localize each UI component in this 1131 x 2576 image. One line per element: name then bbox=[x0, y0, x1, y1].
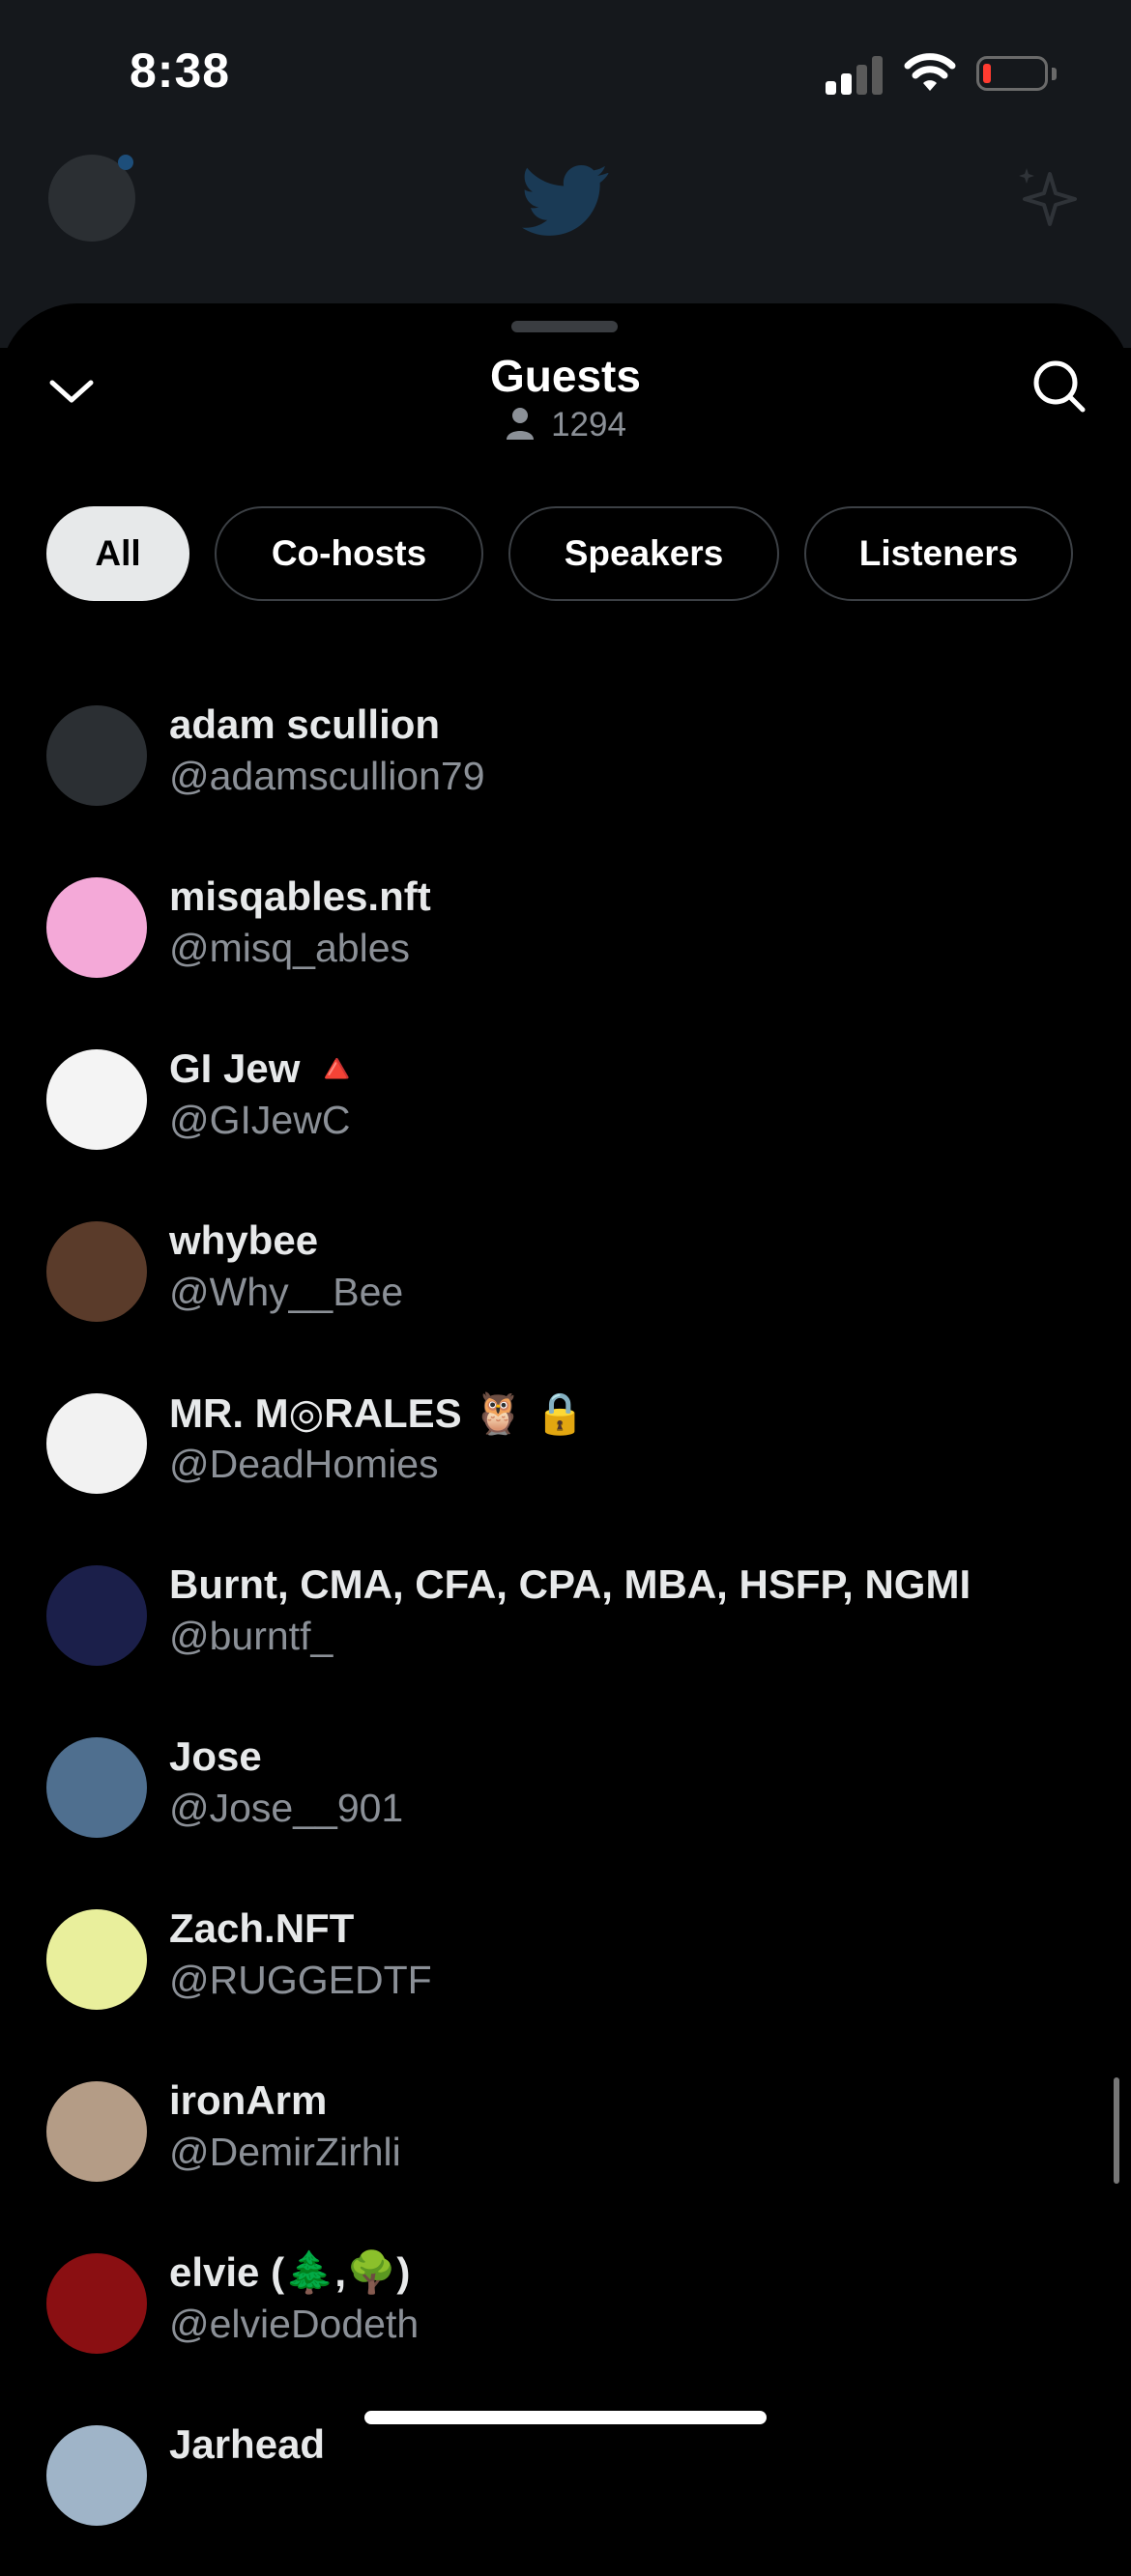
guest-list: adam scullion @adamscullion79 misqables.… bbox=[0, 684, 1131, 2576]
guest-handle: @Jose__901 bbox=[169, 1786, 404, 1830]
status-bar: 8:38 bbox=[0, 0, 1131, 145]
avatar bbox=[46, 1737, 147, 1838]
wifi-icon bbox=[904, 53, 956, 91]
tab-co-hosts[interactable]: Co-hosts bbox=[215, 506, 483, 601]
filter-tabs: All Co-hosts Speakers Listeners bbox=[46, 506, 1073, 601]
list-item[interactable]: MR. M◎RALES 🦉 🔒 @DeadHomies bbox=[0, 1372, 1131, 1544]
list-item[interactable]: adam scullion @adamscullion79 bbox=[0, 684, 1131, 856]
guest-name: Jarhead bbox=[169, 2421, 326, 2467]
status-time: 8:38 bbox=[130, 43, 231, 98]
twitter-logo-icon bbox=[522, 164, 609, 236]
avatar bbox=[46, 2081, 147, 2182]
avatar bbox=[46, 2425, 147, 2526]
list-item[interactable]: Jose @Jose__901 bbox=[0, 1716, 1131, 1888]
list-item[interactable]: Burnt, CMA, CFA, CPA, MBA, HSFP, NGMI @b… bbox=[0, 1544, 1131, 1716]
guest-handle: @misq_ables bbox=[169, 926, 411, 970]
notification-dot bbox=[118, 155, 133, 170]
guest-handle: @DeadHomies bbox=[169, 1442, 439, 1486]
avatar bbox=[46, 705, 147, 806]
battery-icon bbox=[976, 56, 1048, 91]
tab-all[interactable]: All bbox=[46, 506, 189, 601]
guest-name: MR. M◎RALES 🦉 🔒 bbox=[169, 1390, 586, 1436]
list-item[interactable]: Jarhead bbox=[0, 2404, 1131, 2576]
guest-name: whybee bbox=[169, 1217, 319, 1263]
avatar bbox=[46, 1393, 147, 1494]
guest-name: elvie (🌲,🌳) bbox=[169, 2249, 411, 2295]
guest-name: ironArm bbox=[169, 2077, 328, 2123]
list-item[interactable]: whybee @Why__Bee bbox=[0, 1200, 1131, 1372]
battery-tip bbox=[1052, 68, 1057, 80]
guest-count-value: 1294 bbox=[551, 406, 626, 444]
guest-handle: @DemirZirhli bbox=[169, 2130, 401, 2174]
avatar bbox=[46, 2253, 147, 2354]
guest-handle: @adamscullion79 bbox=[169, 754, 485, 798]
guest-name: misqables.nft bbox=[169, 873, 431, 919]
tab-speakers[interactable]: Speakers bbox=[508, 506, 779, 601]
guest-handle: @elvieDodeth bbox=[169, 2302, 420, 2346]
guest-handle: @GIJewC bbox=[169, 1098, 351, 1142]
sheet-title: Guests bbox=[490, 351, 641, 401]
avatar bbox=[46, 1909, 147, 2010]
list-item[interactable]: ironArm @DemirZirhli bbox=[0, 2060, 1131, 2232]
guest-name: Zach.NFT bbox=[169, 1905, 355, 1951]
guests-sheet: Guests 1294 All Co-hosts Speakers Listen… bbox=[0, 303, 1131, 2526]
guest-count: 1294 bbox=[0, 406, 1131, 444]
guest-handle: @Why__Bee bbox=[169, 1270, 404, 1314]
guest-handle: @RUGGEDTF bbox=[169, 1958, 432, 2002]
avatar bbox=[46, 1221, 147, 1322]
sheet-grabber[interactable] bbox=[511, 321, 618, 332]
guest-name: GI Jew 🔺 bbox=[169, 1045, 362, 1091]
home-indicator[interactable] bbox=[364, 2411, 767, 2424]
guest-handle: @burntf_ bbox=[169, 1614, 334, 1658]
list-item[interactable]: GI Jew 🔺 @GIJewC bbox=[0, 1028, 1131, 1200]
list-item[interactable]: misqables.nft @misq_ables bbox=[0, 856, 1131, 1028]
list-item[interactable]: Zach.NFT @RUGGEDTF bbox=[0, 1888, 1131, 2060]
cellular-signal-icon bbox=[826, 56, 885, 95]
sparkle-icon bbox=[1019, 168, 1077, 226]
avatar bbox=[46, 1049, 147, 1150]
search-icon[interactable] bbox=[1029, 356, 1088, 415]
guest-name: adam scullion bbox=[169, 701, 441, 747]
person-icon bbox=[507, 408, 535, 440]
guest-name: Jose bbox=[169, 1733, 262, 1779]
list-item[interactable]: elvie (🌲,🌳) @elvieDodeth bbox=[0, 2232, 1131, 2404]
tab-listeners[interactable]: Listeners bbox=[804, 506, 1073, 601]
avatar bbox=[46, 877, 147, 978]
avatar bbox=[46, 1565, 147, 1666]
scrollbar[interactable] bbox=[1114, 2077, 1119, 2184]
guest-name: Burnt, CMA, CFA, CPA, MBA, HSFP, NGMI bbox=[169, 1561, 972, 1607]
